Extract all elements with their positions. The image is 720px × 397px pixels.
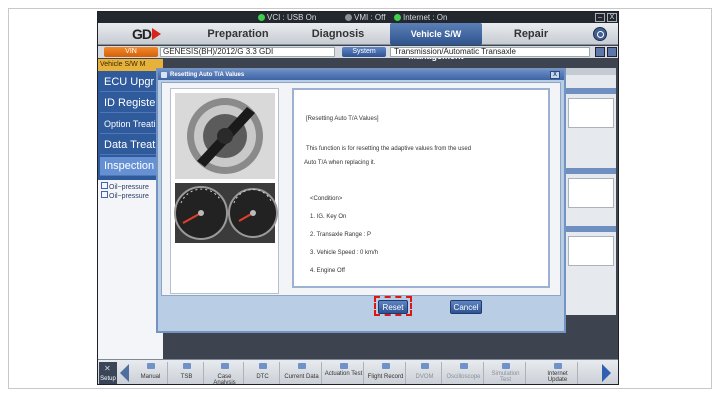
left-sidebar: Vehicle S/W M ECU Upgr ID Registe Option… xyxy=(98,59,163,380)
current-data-icon xyxy=(297,363,306,369)
instruction-line: Auto T/A when replacing it. xyxy=(304,160,376,166)
dtc-icon xyxy=(258,363,267,369)
scroll-right-icon[interactable] xyxy=(602,364,611,382)
toolbar-internet-update[interactable]: Internet Update xyxy=(538,362,578,384)
toolbar-actuation-test[interactable]: Actuation Test xyxy=(324,362,364,384)
vmi-status-text: VMI : Off xyxy=(354,13,386,22)
right-panel-box xyxy=(568,178,614,208)
gds-application-window: VCI : USB On VMI : Off Internet : On – X… xyxy=(97,11,619,385)
setup-button[interactable]: Setup xyxy=(99,362,117,384)
toolbar-manual[interactable]: Manual xyxy=(134,362,168,384)
menu-icon[interactable] xyxy=(607,47,617,57)
sidebar-item-option-treatment[interactable]: Option Treati xyxy=(100,115,163,134)
toolbar-flight-record[interactable]: Flight Record xyxy=(366,362,406,384)
condition-item: 1. IG. Key On xyxy=(310,214,347,220)
vmi-status: VMI : Off xyxy=(345,13,385,22)
instrument-cluster-icon xyxy=(174,183,278,243)
vci-status-icon xyxy=(258,14,265,21)
internet-status-icon xyxy=(394,14,401,21)
toolbar-dvom[interactable]: DVOM xyxy=(408,362,442,384)
right-panel-bar xyxy=(564,88,616,94)
instruction-text-panel: [Resetting Auto T/A Values] This functio… xyxy=(292,88,550,288)
vci-status-text: VCI : USB On xyxy=(267,13,317,22)
system-button[interactable]: System xyxy=(342,47,386,57)
print-icon[interactable] xyxy=(595,47,605,57)
ignition-key-icon xyxy=(175,93,275,179)
vin-button[interactable]: VIN xyxy=(104,47,158,57)
right-panel-bar xyxy=(564,168,616,174)
subtree-item[interactable]: Oil−pressure xyxy=(101,182,149,191)
logo-wedge-icon xyxy=(152,28,161,40)
vehicle-info-bar: VIN GENESIS(BH)/2012/G 3.3 GDI System Tr… xyxy=(98,46,618,58)
sidebar-item-ecu-upgrade[interactable]: ECU Upgr xyxy=(100,73,163,92)
scroll-left-icon[interactable] xyxy=(120,364,129,382)
sidebar-header: Vehicle S/W M xyxy=(98,59,163,71)
status-bar: VCI : USB On VMI : Off Internet : On – X xyxy=(98,12,618,23)
right-panel-box xyxy=(568,98,614,128)
dialog-app-icon xyxy=(161,72,167,78)
tsb-icon xyxy=(182,363,191,369)
sidebar-item-data-treatment[interactable]: Data Treatn xyxy=(100,136,163,155)
tab-repair[interactable]: Repair xyxy=(496,23,566,45)
actuation-test-icon xyxy=(339,363,348,369)
instruction-line: This function is for resetting the adapt… xyxy=(306,146,472,152)
sidebar-subtree: Oil−pressure Oil−pressure xyxy=(98,180,163,380)
dialog-content: [Resetting Auto T/A Values] This functio… xyxy=(161,82,561,296)
dialog-close-button[interactable]: X xyxy=(550,71,560,79)
bottom-toolbar: Setup Manual TSB Case Analysis DTC Curre… xyxy=(98,359,618,384)
oscilloscope-icon xyxy=(459,363,468,369)
condition-heading: <Condition> xyxy=(310,196,343,202)
condition-item: 3. Vehicle Speed : 0 km/h xyxy=(310,250,379,256)
reset-button[interactable]: Reset xyxy=(378,300,408,314)
sidebar-item-id-register[interactable]: ID Registe xyxy=(100,94,163,113)
internet-status-text: Internet : On xyxy=(403,13,448,22)
toolbar-oscilloscope[interactable]: Oscilloscope xyxy=(444,362,484,384)
toolbar-current-data[interactable]: Current Data xyxy=(282,362,322,384)
toolbar-case-analysis[interactable]: Case Analysis xyxy=(206,362,244,384)
condition-item: 4. Engine Off xyxy=(310,268,345,274)
ignition-and-gauge-illustration xyxy=(174,93,278,243)
gds-logo: GD xyxy=(132,26,161,42)
simulation-test-icon xyxy=(501,363,510,369)
vci-status: VCI : USB On xyxy=(258,13,316,22)
main-menu-bar: GD Preparation Diagnosis Vehicle S/W Man… xyxy=(98,23,618,61)
reference-image-panel xyxy=(170,88,279,294)
minimize-button[interactable]: – xyxy=(595,13,605,22)
window-close-button[interactable]: X xyxy=(607,13,617,22)
case-analysis-icon xyxy=(220,363,229,369)
condition-item: 2. Transaxle Range : P xyxy=(310,232,372,238)
toolbar-tsb[interactable]: TSB xyxy=(170,362,204,384)
internet-update-icon xyxy=(553,363,562,369)
tab-preparation[interactable]: Preparation xyxy=(198,23,278,45)
right-panel-bar xyxy=(564,226,616,232)
right-panel-box xyxy=(568,236,614,266)
sidebar-item-inspection[interactable]: Inspection / xyxy=(100,157,163,176)
toolbar-dtc[interactable]: DTC xyxy=(246,362,280,384)
system-value-field: Transmission/Automatic Transaxle xyxy=(390,47,590,57)
internet-status: Internet : On xyxy=(394,13,447,22)
toolbar-simulation-test[interactable]: Simulation Test xyxy=(486,362,526,384)
subtree-item[interactable]: Oil−pressure xyxy=(101,191,149,200)
search-icon[interactable] xyxy=(593,27,607,41)
dialog-title-bar: Resetting Auto T/A Values X xyxy=(158,70,564,80)
flight-record-icon xyxy=(381,363,390,369)
reset-dialog: Resetting Auto T/A Values X [Resetting A… xyxy=(156,68,566,333)
manual-icon xyxy=(146,363,155,369)
vehicle-name-field: GENESIS(BH)/2012/G 3.3 GDI xyxy=(160,47,335,57)
instruction-heading: [Resetting Auto T/A Values] xyxy=(306,116,379,122)
dialog-title: Resetting Auto T/A Values xyxy=(170,72,245,78)
dvom-icon xyxy=(420,363,429,369)
tab-diagnosis[interactable]: Diagnosis xyxy=(298,23,378,45)
vmi-status-icon xyxy=(345,14,352,21)
cancel-button[interactable]: Cancel xyxy=(450,300,482,314)
tab-vehicle-sw-management[interactable]: Vehicle S/W Management xyxy=(390,23,482,61)
